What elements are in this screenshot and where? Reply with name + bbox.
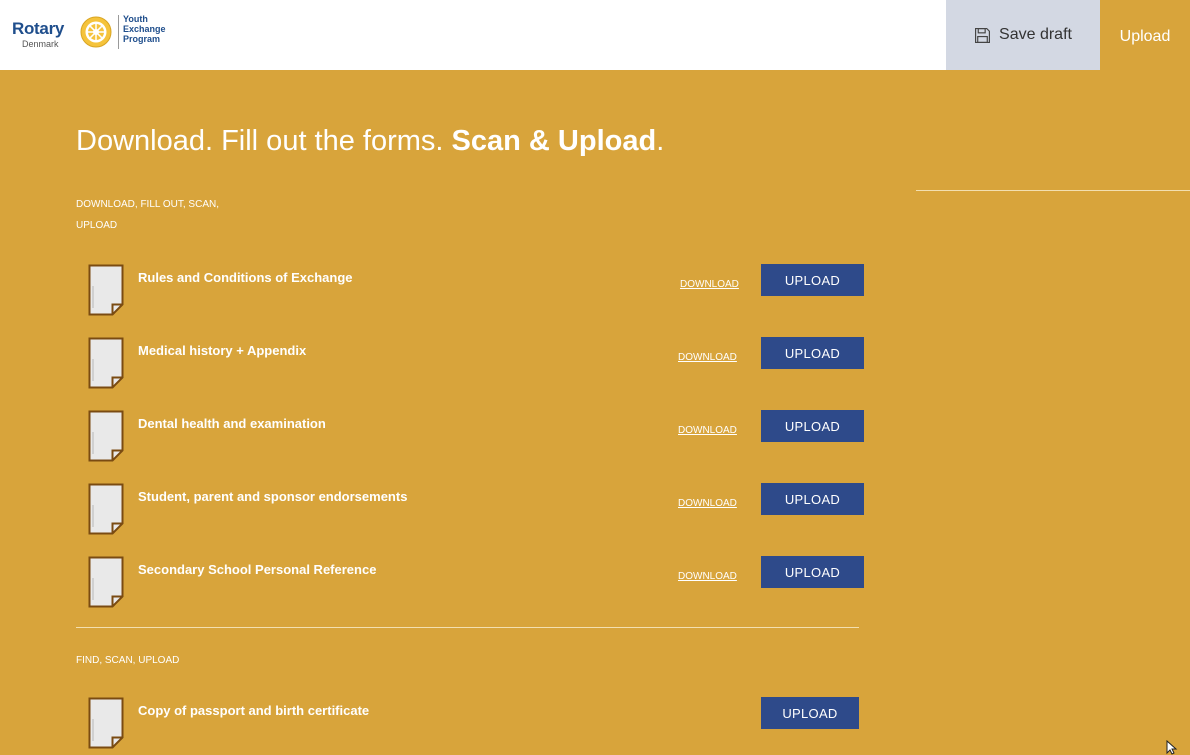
upload-button[interactable]: UPLOAD	[761, 337, 864, 369]
right-divider	[916, 190, 1190, 191]
upload-button[interactable]: UPLOAD	[761, 264, 864, 296]
section-label-find: FIND, SCAN, UPLOAD	[76, 650, 179, 671]
logo-divider	[118, 15, 119, 49]
upload-tab[interactable]: Upload	[1100, 0, 1190, 70]
document-name: Student, parent and sponsor endorsements	[138, 489, 408, 504]
document-row: Copy of passport and birth certificate U…	[76, 697, 866, 751]
download-link[interactable]: DOWNLOAD	[678, 425, 737, 436]
document-row: Secondary School Personal Reference DOWN…	[76, 556, 866, 610]
document-name: Medical history + Appendix	[138, 343, 307, 358]
document-icon	[88, 264, 124, 316]
download-link[interactable]: DOWNLOAD	[678, 352, 737, 363]
section-divider	[76, 627, 859, 628]
document-row: Rules and Conditions of Exchange DOWNLOA…	[76, 264, 866, 318]
document-name: Secondary School Personal Reference	[138, 562, 377, 577]
upload-button[interactable]: UPLOAD	[761, 410, 864, 442]
download-link[interactable]: DOWNLOAD	[678, 498, 737, 509]
title-bold: Scan & Upload	[451, 125, 657, 157]
document-name: Rules and Conditions of Exchange	[138, 270, 353, 285]
document-icon	[88, 556, 124, 608]
document-row: Medical history + Appendix DOWNLOAD UPLO…	[76, 337, 866, 391]
section-label-download: DOWNLOAD, FILL OUT, SCAN, UPLOAD	[76, 194, 219, 236]
logo-program-line: Program	[123, 34, 161, 44]
logo-program-line: Youth	[123, 14, 148, 24]
page-title: Download. Fill out the forms. Scan & Upl…	[76, 125, 664, 158]
logo-country-text: Denmark	[22, 39, 59, 49]
title-end: .	[656, 125, 665, 157]
document-icon	[88, 410, 124, 462]
logo-program-line: Exchange	[123, 24, 166, 34]
upload-button[interactable]: UPLOAD	[761, 483, 864, 515]
download-link[interactable]: DOWNLOAD	[678, 571, 737, 582]
document-icon	[88, 697, 124, 749]
upload-button[interactable]: UPLOAD	[761, 697, 859, 729]
save-disk-icon	[975, 27, 991, 43]
mouse-cursor-icon	[1166, 740, 1178, 755]
rotary-wheel-icon	[80, 16, 112, 48]
document-row: Student, parent and sponsor endorsements…	[76, 483, 866, 537]
upload-button[interactable]: UPLOAD	[761, 556, 864, 588]
save-draft-button[interactable]: Save draft	[946, 0, 1100, 70]
document-name: Dental health and examination	[138, 416, 326, 431]
document-row: Dental health and examination DOWNLOAD U…	[76, 410, 866, 464]
section-label-line: FIND, SCAN, UPLOAD	[76, 655, 180, 666]
title-regular: Download. Fill out the forms.	[76, 125, 452, 157]
document-icon	[88, 337, 124, 389]
document-name: Copy of passport and birth certificate	[138, 703, 370, 718]
document-icon	[88, 483, 124, 535]
logo-rotary-text: Rotary	[12, 19, 65, 38]
upload-tab-label: Upload	[1119, 28, 1171, 45]
section-label-line: DOWNLOAD, FILL OUT, SCAN,	[76, 199, 219, 210]
app-header: Rotary Denmark Youth Exchange Program Sa…	[0, 0, 1190, 70]
section-label-line: UPLOAD	[76, 220, 118, 231]
logo-program-text: Youth Exchange Program	[123, 14, 203, 44]
save-draft-label: Save draft	[999, 26, 1072, 43]
download-link[interactable]: DOWNLOAD	[680, 279, 739, 290]
